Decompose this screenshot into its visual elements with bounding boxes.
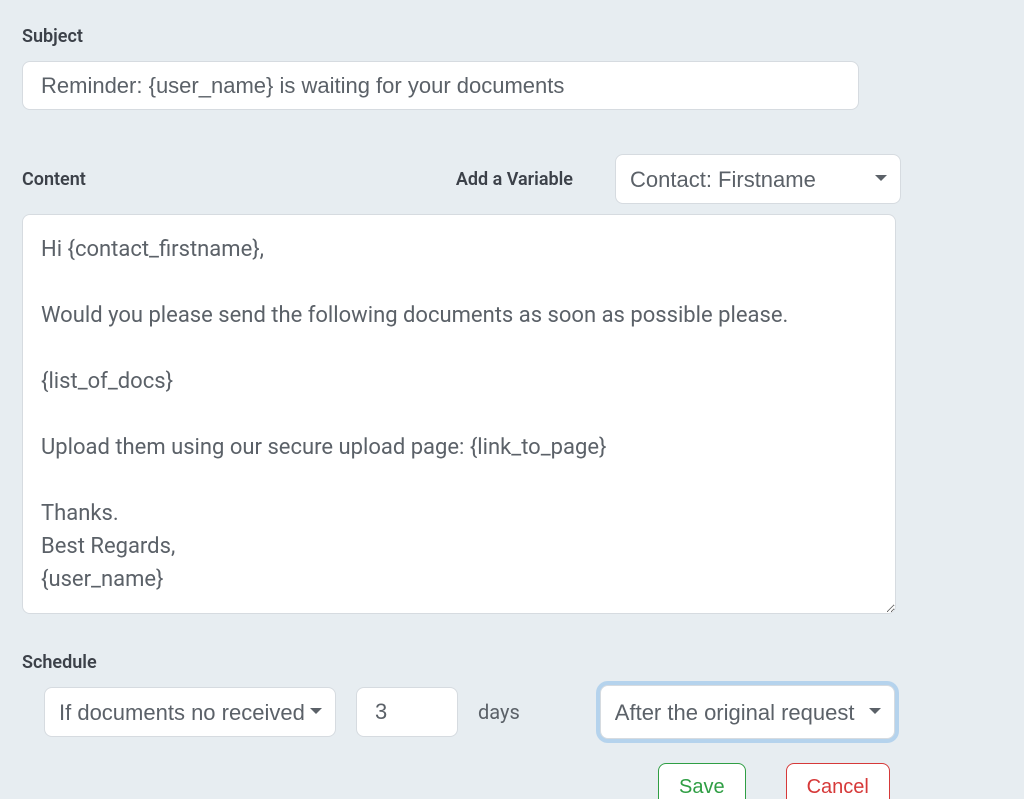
content-label: Content	[22, 169, 86, 190]
schedule-days-input[interactable]	[356, 687, 458, 737]
schedule-label: Schedule	[22, 652, 1002, 673]
variable-select[interactable]: Contact: Firstname	[615, 154, 901, 204]
add-variable-label: Add a Variable	[456, 169, 573, 190]
days-label: days	[478, 700, 520, 724]
cancel-button[interactable]: Cancel	[786, 763, 890, 799]
content-textarea[interactable]	[22, 214, 896, 614]
schedule-timing-select[interactable]: After the original request	[600, 685, 895, 739]
save-button[interactable]: Save	[658, 763, 746, 799]
subject-label: Subject	[22, 26, 1002, 47]
subject-input[interactable]	[22, 61, 859, 110]
schedule-condition-select[interactable]: If documents no received	[44, 687, 336, 737]
